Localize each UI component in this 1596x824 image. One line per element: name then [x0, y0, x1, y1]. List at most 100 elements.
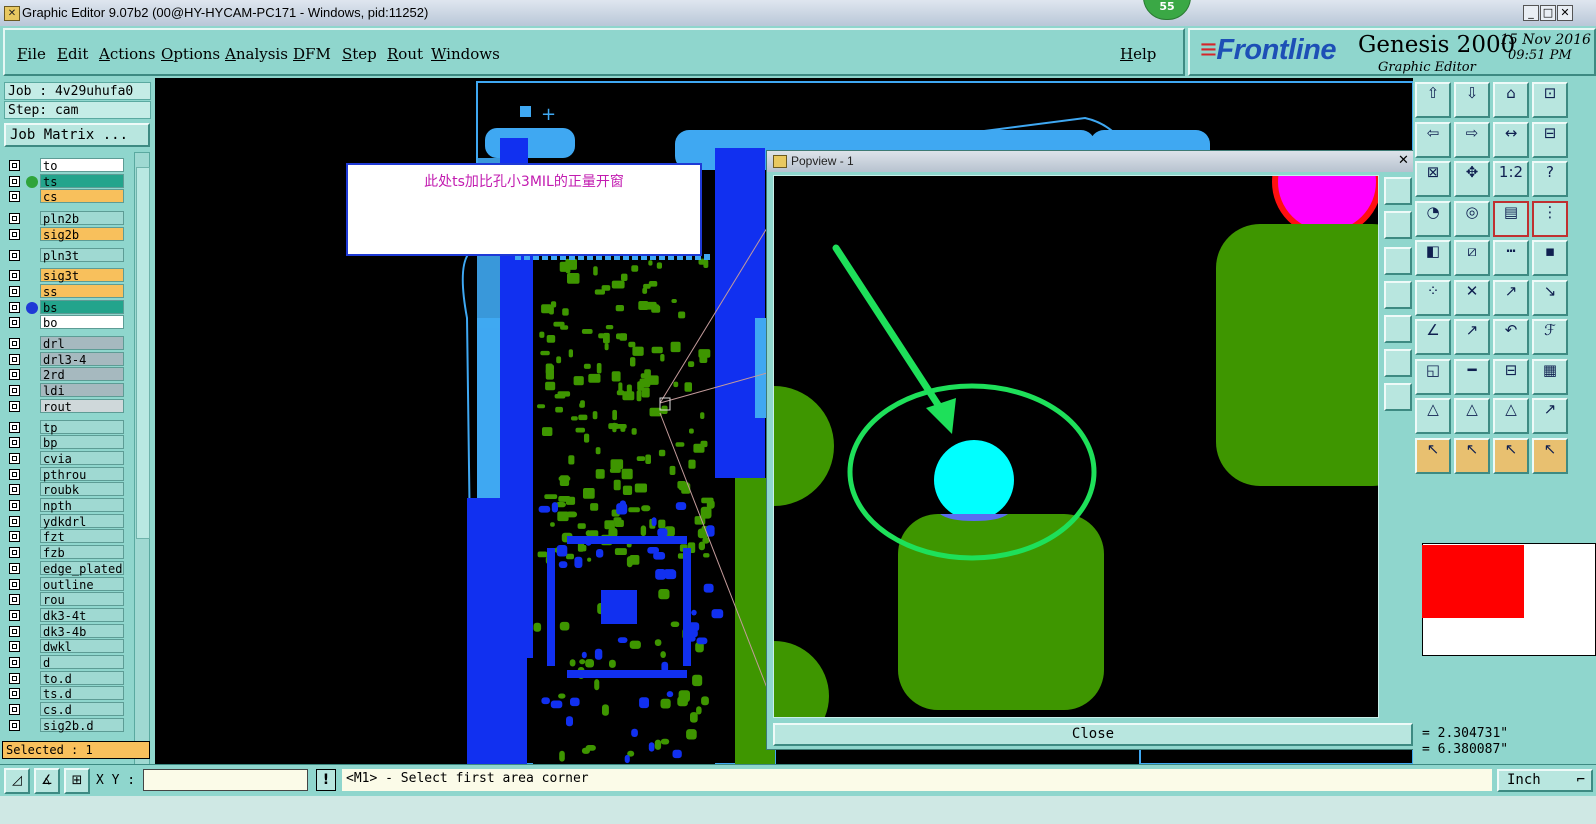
layer-checkbox[interactable] [9, 160, 20, 171]
arrow-left-icon[interactable]: ⇦ [1415, 121, 1451, 158]
select-icon[interactable]: ▪ [1532, 240, 1568, 276]
layer-checkbox[interactable] [9, 270, 20, 282]
menu-file[interactable]: File [17, 45, 46, 63]
layer-row-npth[interactable]: npth [4, 498, 125, 513]
triangle-icon[interactable]: △ [1454, 398, 1490, 434]
layer-name[interactable]: ts.d [40, 686, 124, 701]
layer-row-pln3t[interactable]: pln3t [4, 247, 125, 263]
popview-zoom-out-icon[interactable] [1384, 247, 1412, 275]
arrow-right-icon[interactable]: ⇨ [1454, 121, 1490, 158]
dot-icon[interactable]: ↗ [1493, 279, 1529, 316]
layer-name[interactable]: 2rd [40, 367, 124, 382]
angle-icon[interactable]: ∠ [1415, 319, 1451, 355]
popview-close-icon[interactable]: ✕ [1396, 153, 1411, 168]
menu-actions[interactable]: Actions [99, 45, 155, 63]
layer-row-tp[interactable]: tp [4, 419, 125, 435]
expand-icon[interactable]: ✥ [1454, 161, 1490, 197]
layer-checkbox[interactable] [9, 285, 20, 297]
layer-name[interactable]: bs [40, 299, 124, 315]
layer-name[interactable]: rout [40, 398, 124, 414]
pointer-icon[interactable]: ↖ [1415, 437, 1451, 474]
layer-checkbox[interactable] [9, 515, 20, 527]
menu-options[interactable]: Options [161, 45, 220, 63]
layer-name[interactable]: outline [40, 576, 124, 592]
layer-name[interactable]: roubk [40, 482, 124, 497]
layer-name[interactable]: npth [40, 498, 124, 513]
layer-row-sig3t[interactable]: sig3t [4, 268, 125, 283]
connect-icon[interactable]: ⋮ [1532, 200, 1568, 237]
layer-row-fzt[interactable]: fzt [4, 529, 125, 544]
layer-row-edge-plated[interactable]: edge_plated [4, 560, 125, 576]
layer-row-to[interactable]: to [4, 158, 125, 173]
menu-step[interactable]: Step [342, 45, 377, 63]
pointer-select-icon[interactable]: ↖ [1493, 437, 1529, 474]
layer-row-drl3-4[interactable]: drl3-4 [4, 351, 125, 367]
layer-name[interactable]: dk3-4b [40, 623, 124, 639]
layer-checkbox[interactable] [9, 468, 20, 480]
fit-icon[interactable]: ⊠ [1415, 161, 1451, 197]
layer-row-bo[interactable]: bo [4, 315, 125, 330]
layer-row-dwkl[interactable]: dwkl [4, 639, 125, 654]
move-up-icon[interactable]: ⇧ [1415, 82, 1451, 118]
layer-row-ts-d[interactable]: ts.d [4, 686, 125, 701]
layer-checkbox[interactable] [9, 400, 20, 412]
layer-row-pthrou[interactable]: pthrou [4, 466, 125, 482]
layer-checkbox[interactable] [9, 484, 20, 496]
layer-list-scrollbar[interactable] [134, 152, 150, 812]
arc-icon[interactable]: △ [1415, 398, 1451, 434]
title-bar[interactable]: ✕ Graphic Editor 9.07b2 (00@HY-HYCAM-PC1… [0, 0, 1596, 27]
layer-checkbox[interactable] [9, 228, 20, 240]
layer-checkbox[interactable] [9, 369, 20, 381]
layer-row-d[interactable]: d [4, 655, 125, 670]
layer-name[interactable]: d [40, 655, 124, 670]
layer-row-bp[interactable]: bp [4, 435, 125, 450]
layer-checkbox[interactable] [9, 562, 20, 574]
layer-name[interactable]: drl [40, 336, 124, 351]
popview-pan-left-icon[interactable] [1384, 281, 1412, 309]
layer-checkbox[interactable] [9, 249, 20, 261]
layer-checkbox[interactable] [9, 500, 20, 511]
layer-row-cs[interactable]: cs [4, 189, 125, 204]
layer-name[interactable]: cvia [40, 450, 124, 466]
layer-row-drl[interactable]: drl [4, 336, 125, 351]
target-icon[interactable]: ◎ [1454, 200, 1490, 237]
layer-checkbox[interactable] [9, 625, 20, 637]
layer-name[interactable]: sig3t [40, 268, 124, 283]
layer-checkbox[interactable] [9, 338, 20, 349]
layer-name[interactable]: cs.d [40, 702, 124, 717]
cross-icon[interactable]: ✕ [1454, 279, 1490, 316]
rotate-icon[interactable]: ↗ [1532, 398, 1568, 434]
split-icon[interactable]: ℱ [1532, 319, 1568, 355]
layer-name[interactable]: sig2b [40, 226, 124, 242]
layer-row-fzb[interactable]: fzb [4, 545, 125, 560]
pad-icon[interactable]: ◧ [1415, 240, 1451, 276]
layer-name[interactable]: ydkdrl [40, 513, 124, 529]
grid-icon[interactable]: ⊞ [64, 768, 90, 794]
mirror-icon[interactable]: ↔ [1493, 121, 1529, 158]
popview-window[interactable]: Popview - 1 ✕ Close [766, 150, 1418, 750]
layer-name[interactable]: pln2b [40, 211, 124, 226]
popview-center-icon[interactable] [1384, 383, 1412, 411]
layer-row-ldi[interactable]: ldi [4, 383, 125, 398]
scale-icon[interactable]: 1:2 [1493, 161, 1529, 197]
layer-checkbox[interactable] [9, 317, 20, 329]
popview-zoom-in-icon[interactable] [1384, 211, 1412, 239]
layer-row-ts[interactable]: ts [4, 173, 125, 189]
layer-row-sig2b-d[interactable]: sig2b.d [4, 717, 125, 733]
layer-checkbox[interactable] [9, 609, 20, 621]
node-icon[interactable]: ⁘ [1415, 279, 1451, 316]
layer-checkbox[interactable] [9, 191, 20, 203]
layer-name[interactable]: to [40, 158, 124, 173]
layer-row-outline[interactable]: outline [4, 576, 125, 592]
home-icon[interactable]: ⌂ [1493, 82, 1529, 118]
warning-button[interactable]: ! [316, 769, 336, 791]
layer-row-ss[interactable]: ss [4, 283, 125, 299]
layer-checkbox[interactable] [9, 657, 20, 668]
slope-icon[interactable]: ↗ [1454, 319, 1490, 355]
layer-row-ydkdrl[interactable]: ydkdrl [4, 513, 125, 529]
popview-pan-right-icon[interactable] [1384, 315, 1412, 343]
layer-name[interactable]: tp [40, 419, 124, 435]
layer-row-dk3-4t[interactable]: dk3-4t [4, 607, 125, 623]
layer-name[interactable]: pthrou [40, 466, 124, 482]
undo-icon[interactable]: ↶ [1493, 319, 1529, 355]
